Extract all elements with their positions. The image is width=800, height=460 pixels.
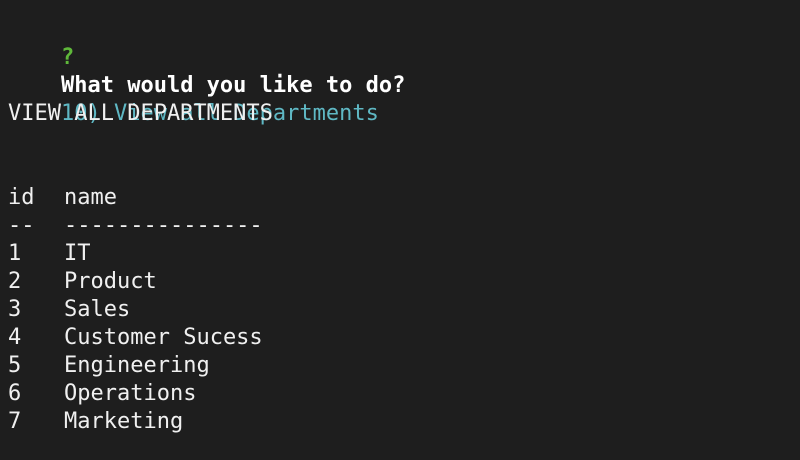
section-title: VIEW ALL DEPARTMENTS <box>8 101 273 126</box>
row-id: 4 <box>8 325 22 350</box>
row-id: 1 <box>8 241 22 266</box>
table-row: 6 Operations <box>8 380 196 408</box>
prompt-line: ? What would you like to do? 10) View al… <box>8 16 405 126</box>
table-header: id name <box>8 184 117 212</box>
table-separator: -- --------------- <box>8 212 263 240</box>
row-name: Sales <box>64 297 131 322</box>
header-id: id <box>8 185 35 210</box>
table-row: 3 Sales <box>8 296 130 324</box>
terminal-window: ? What would you like to do? 10) View al… <box>0 0 800 460</box>
row-id: 7 <box>8 409 22 434</box>
table-row: 1 IT <box>8 240 91 268</box>
table-row: 4 Customer Sucess <box>8 324 263 352</box>
table-row: 5 Engineering <box>8 352 210 380</box>
header-name: name <box>64 185 117 210</box>
table-row: 2 Product <box>8 268 157 296</box>
table-row: 7 Marketing <box>8 408 183 436</box>
row-id: 5 <box>8 353 22 378</box>
separator-id: -- <box>8 213 35 238</box>
row-name: Customer Sucess <box>64 325 263 350</box>
row-name: Operations <box>64 381 197 406</box>
prompt-marker: ? <box>60 45 75 70</box>
row-id: 3 <box>8 297 22 322</box>
row-name: Product <box>64 269 157 294</box>
row-name: IT <box>64 241 91 266</box>
separator-name: --------------- <box>64 213 263 238</box>
row-id: 6 <box>8 381 22 406</box>
row-name: Marketing <box>64 409 184 434</box>
row-name: Engineering <box>64 353 210 378</box>
prompt-question: What would you like to do? <box>60 73 406 98</box>
row-id: 2 <box>8 269 22 294</box>
